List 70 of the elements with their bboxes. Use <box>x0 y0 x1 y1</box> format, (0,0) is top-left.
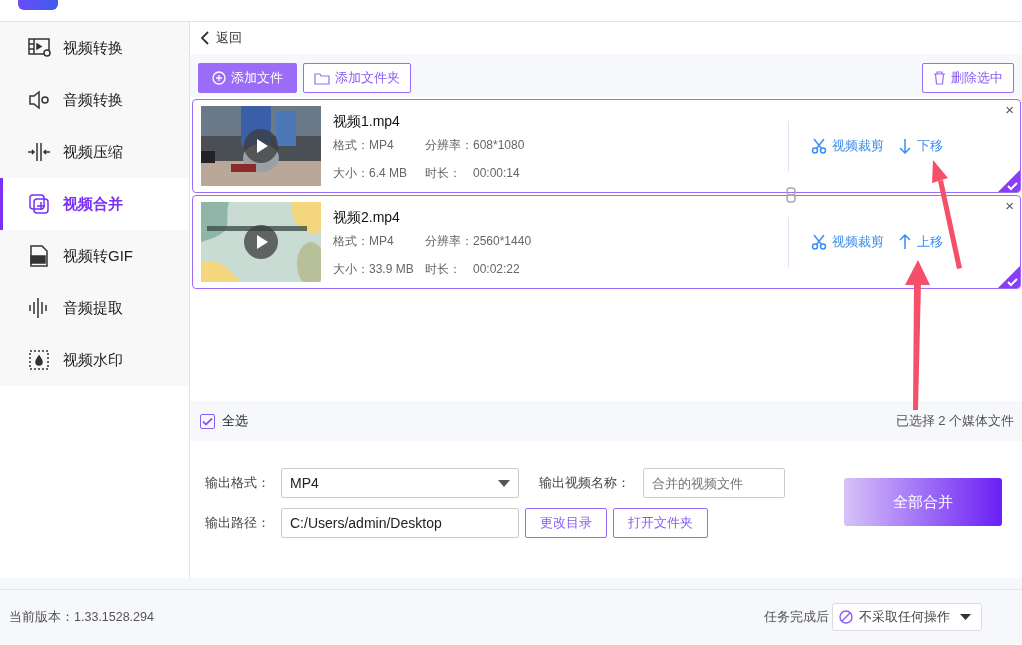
move-up-button[interactable]: 上移 <box>898 232 943 252</box>
select-all-checkbox[interactable]: 全选 <box>200 411 248 431</box>
field-value: 00:00:14 <box>473 165 520 180</box>
path-label: 输出路径： <box>205 514 271 533</box>
arrow-down-icon <box>898 138 912 154</box>
path-input[interactable]: C:/Users/admin/Desktop <box>281 508 519 538</box>
gif-file-icon <box>27 244 51 268</box>
dropdown-caret-icon <box>960 614 971 620</box>
field-label: 大小： <box>333 165 369 180</box>
file-name: 视频2.mp4 <box>333 207 401 227</box>
dropdown-caret-icon <box>498 479 510 487</box>
version-text: 当前版本：1.33.1528.294 <box>9 608 154 626</box>
field-value: 00:02:22 <box>473 261 520 276</box>
compress-icon <box>27 140 51 164</box>
after-task-select[interactable]: 不采取任何操作 <box>832 603 982 631</box>
field-value: 6.4 MB <box>369 165 407 180</box>
field-label: 分辨率： <box>425 137 473 152</box>
close-button[interactable]: × <box>1005 198 1014 213</box>
add-folder-button[interactable]: 添加文件夹 <box>303 63 411 93</box>
merge-all-button[interactable]: 全部合并 <box>844 478 1002 526</box>
sidebar-item[interactable]: 音频转换 <box>0 74 189 126</box>
change-directory-button[interactable]: 更改目录 <box>525 508 607 538</box>
sidebar-item[interactable]: 视频压缩 <box>0 126 189 178</box>
sidebar-item[interactable]: 视频水印 <box>0 334 189 386</box>
format-label: 输出格式： <box>205 474 271 493</box>
check-icon <box>202 416 213 426</box>
sidebar-item[interactable]: 视频转GIF <box>0 230 189 282</box>
name-label: 输出视频名称： <box>539 474 631 493</box>
play-icon[interactable] <box>244 129 278 163</box>
field-label: 时长： <box>425 165 461 180</box>
field-label: 格式： <box>333 233 369 248</box>
after-task-label: 任务完成后 <box>763 608 829 626</box>
crop-button[interactable]: 视频裁剪 <box>811 232 884 252</box>
add-file-button[interactable]: 添加文件 <box>198 63 297 93</box>
sidebar-item[interactable]: 视频转换 <box>0 22 189 74</box>
play-icon[interactable] <box>244 225 278 259</box>
back-link[interactable]: 返回 <box>198 28 242 48</box>
field-label: 格式： <box>333 137 369 152</box>
merge-icon <box>27 192 51 216</box>
file-name: 视频1.mp4 <box>333 111 401 131</box>
plus-circle-icon <box>212 71 226 85</box>
back-icon <box>198 30 212 46</box>
sidebar-item[interactable]: 视频合并 <box>0 178 189 230</box>
scissors-icon <box>811 234 827 250</box>
close-button[interactable]: × <box>1005 102 1014 117</box>
field-value: MP4 <box>369 233 394 248</box>
sidebar-item[interactable]: 音频提取 <box>0 282 189 334</box>
delete-selected-button[interactable]: 删除选中 <box>922 63 1014 93</box>
link-icon <box>786 187 796 203</box>
trash-icon <box>933 71 946 85</box>
crop-button[interactable]: 视频裁剪 <box>811 136 884 156</box>
move-down-button[interactable]: 下移 <box>898 136 943 156</box>
format-select[interactable]: MP4 <box>281 468 519 498</box>
field-value: 33.9 MB <box>369 261 414 276</box>
film-icon <box>27 36 51 60</box>
arrow-up-icon <box>898 234 912 250</box>
folder-icon <box>314 71 330 85</box>
field-value: MP4 <box>369 137 394 152</box>
field-label: 分辨率： <box>425 233 473 248</box>
field-value: 608*1080 <box>473 137 525 152</box>
watermark-icon <box>27 348 51 372</box>
selection-summary: 已选择 2 个媒体文件 <box>895 412 1014 431</box>
field-value: 2560*1440 <box>473 233 532 248</box>
field-label: 大小： <box>333 261 369 276</box>
name-input[interactable]: 合并的视频文件 <box>643 468 785 498</box>
speaker-icon <box>27 88 51 112</box>
open-folder-button[interactable]: 打开文件夹 <box>613 508 708 538</box>
scissors-icon <box>811 138 827 154</box>
field-label: 时长： <box>425 261 461 276</box>
prohibited-icon <box>839 610 853 624</box>
